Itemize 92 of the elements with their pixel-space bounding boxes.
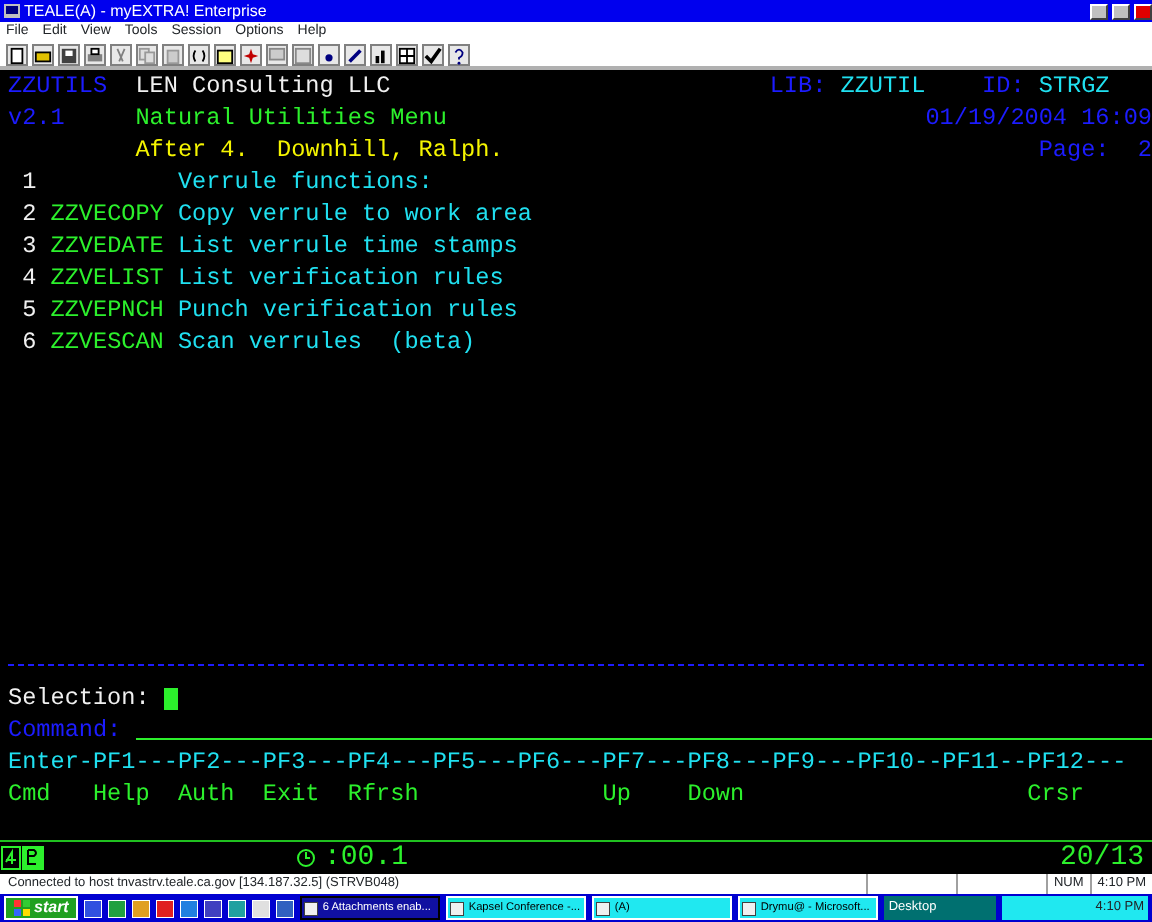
toolbar-button[interactable] [344, 44, 366, 66]
option-description: List verrule time stamps [177, 230, 518, 262]
toolbar-button[interactable] [422, 44, 444, 66]
function-key: PF11-- [942, 746, 1028, 778]
user-id-value: STRGZ [1038, 70, 1110, 102]
terminal-icon [4, 3, 20, 19]
program-code: ZZVEDATE [50, 230, 166, 262]
toolbar-button[interactable] [396, 44, 418, 66]
option-description: Verrule functions: [177, 166, 433, 198]
option-number: 3 [22, 230, 37, 262]
windows-logo-icon [14, 900, 30, 916]
function-key: PF6--- [517, 746, 603, 778]
function-key: Enter- [8, 746, 93, 778]
key-label: Crsr [1027, 778, 1086, 810]
option-description: Scan verrules (beta) [177, 326, 476, 358]
text-cursor [163, 688, 178, 710]
option-description: List verification rules [177, 262, 504, 294]
pen-icon [346, 46, 364, 66]
timer-text: :00.1 [324, 839, 409, 876]
function-key: PF9--- [772, 746, 858, 778]
scissors-icon [112, 46, 130, 66]
cursor-position: 20/13 [1059, 839, 1144, 877]
star-icon [242, 46, 260, 66]
page-number: 2 [1137, 134, 1152, 166]
toolbar-button[interactable] [448, 44, 470, 66]
function-key: PF2--- [177, 746, 263, 778]
chart-icon [372, 46, 390, 66]
key-label: Auth [177, 778, 237, 810]
key-label: Down [687, 778, 747, 810]
subtitle-text: After 4. Downhill, Ralph. [135, 134, 504, 166]
option-number: 4 [22, 262, 37, 294]
check-icon [424, 46, 442, 66]
window-icon [304, 901, 319, 915]
clipboard-icon [164, 46, 182, 66]
window-icon [450, 901, 465, 915]
program-code: ZZVEPNCH [50, 294, 166, 326]
field-label: LIB: [769, 70, 827, 102]
monitor-icon [268, 46, 286, 66]
toolbar-button[interactable] [32, 44, 54, 66]
option-number: 2 [22, 198, 37, 230]
folder-icon [34, 46, 52, 66]
key-label: Exit [262, 778, 322, 810]
key-label: Rfrsh [347, 778, 421, 810]
function-key: PF1--- [92, 746, 178, 778]
toolbar-button[interactable] [318, 44, 340, 66]
library-value: ZZUTIL [840, 70, 926, 102]
field-label: Page: [1038, 134, 1110, 166]
window-icon [742, 901, 757, 915]
minimize-button[interactable] [1090, 3, 1108, 19]
company-name: LEN Consulting LLC [135, 70, 391, 102]
toolbar-button[interactable] [214, 44, 236, 66]
program-code: ZZVELIST [50, 262, 166, 294]
key-label: Cmd [8, 778, 53, 810]
copy-icon [138, 46, 156, 66]
menu-title: Natural Utilities Menu [135, 102, 447, 134]
option-number: 1 [22, 166, 37, 198]
note-icon [216, 46, 234, 66]
program-code: ZZVESCAN [50, 326, 166, 358]
toolbar-button[interactable] [58, 44, 80, 66]
key-label: Help [92, 778, 152, 810]
toolbar-button[interactable] [84, 44, 106, 66]
function-key: PF8--- [687, 746, 773, 778]
help-icon [450, 46, 468, 66]
toolbar-button[interactable] [188, 44, 210, 66]
function-key: PF4--- [347, 746, 433, 778]
parenthesis-icon [190, 46, 208, 66]
field-label: ID: [982, 70, 1025, 102]
key-label: Up [602, 778, 633, 810]
date-time: 01/19/2004 16:09 [925, 102, 1152, 134]
window-title: TEALE(A) - myEXTRA! Enterprise [24, 0, 267, 22]
window-icon [596, 901, 611, 915]
toolbar-button[interactable] [6, 44, 28, 66]
version-text: v2.1 [8, 102, 65, 134]
function-key: PF10-- [857, 746, 943, 778]
option-number: 5 [22, 294, 37, 326]
printer-icon [86, 46, 104, 66]
option-description: Punch verification rules [177, 294, 518, 326]
option-description: Copy verrule to work area [177, 198, 532, 230]
clock-icon [296, 846, 316, 870]
program-code: ZZVECOPY [50, 198, 166, 230]
maximize-button[interactable] [1112, 3, 1130, 19]
function-key: PF7--- [602, 746, 688, 778]
function-key: PF3--- [262, 746, 348, 778]
window-icon [294, 46, 312, 66]
function-key: PF5--- [432, 746, 518, 778]
function-key: PF12--- [1027, 746, 1127, 778]
toolbar-button[interactable] [370, 44, 392, 66]
command-label: Command: [8, 714, 122, 746]
selection-label: Selection: [8, 682, 150, 714]
option-number: 6 [22, 326, 37, 358]
program-name: ZZUTILS [8, 70, 108, 102]
close-button[interactable] [1134, 3, 1152, 19]
